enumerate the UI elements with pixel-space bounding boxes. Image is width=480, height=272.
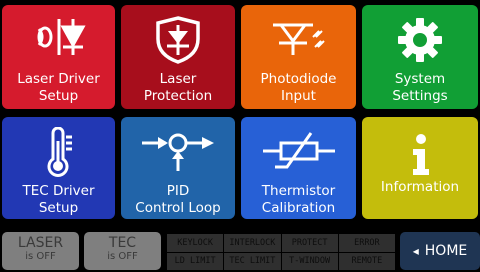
home-button[interactable]: ◂ HOME [400,232,480,270]
tile-label: PID Control Loop [135,183,221,216]
tile-pid-control-loop[interactable]: PID Control Loop [121,117,235,219]
tec-status-button[interactable]: TEC is OFF [84,232,161,270]
tile-label: TEC Driver Setup [22,183,95,216]
tile-thermistor-calibration[interactable]: Thermistor Calibration [241,117,356,219]
status-interlock: INTERLOCK [224,234,281,252]
status-protect: PROTECT [281,234,338,252]
thermometer-icon [47,127,72,177]
tile-label: Thermistor Calibration [261,183,336,216]
chevron-left-icon: ◂ [412,244,419,258]
tile-information[interactable]: Information [362,117,478,219]
status-keylock: KEYLOCK [167,234,224,252]
info-icon [413,134,429,175]
tec-status-title: TEC [108,235,137,251]
laser-diode-icon [37,19,86,55]
status-ld-limit: LD LIMIT [167,252,224,270]
tile-label: Laser Driver Setup [17,71,100,104]
tile-label: Laser Protection [143,71,213,104]
status-error: ERROR [338,234,395,252]
pid-loop-icon [142,133,214,171]
shield-diode-icon [156,16,200,64]
tile-photodiode-input[interactable]: Photodiode Input [241,5,356,109]
tile-label: Information [380,179,460,195]
status-remote: REMOTE [338,252,395,270]
tile-tec-driver-setup[interactable]: TEC Driver Setup [2,117,115,219]
tile-laser-driver-setup[interactable]: Laser Driver Setup [2,5,115,109]
photodiode-icon [272,23,325,55]
laser-status-state: is OFF [25,251,56,262]
tile-label: System Settings [392,71,448,104]
home-label: HOME [424,243,468,259]
tec-status-state: is OFF [107,251,138,262]
status-t-window: T-WINDOW [281,252,338,270]
thermistor-icon [262,132,335,169]
tile-laser-protection[interactable]: Laser Protection [121,5,235,109]
tile-label: Photodiode Input [260,71,337,104]
laser-status-button[interactable]: LASER is OFF [2,232,79,270]
status-tec-limit: TEC LIMIT [224,252,281,270]
gear-icon [398,18,442,62]
tile-system-settings[interactable]: System Settings [362,5,478,109]
status-indicator-grid: KEYLOCK INTERLOCK PROTECT ERROR LD LIMIT… [167,234,395,270]
laser-status-title: LASER [17,235,64,251]
